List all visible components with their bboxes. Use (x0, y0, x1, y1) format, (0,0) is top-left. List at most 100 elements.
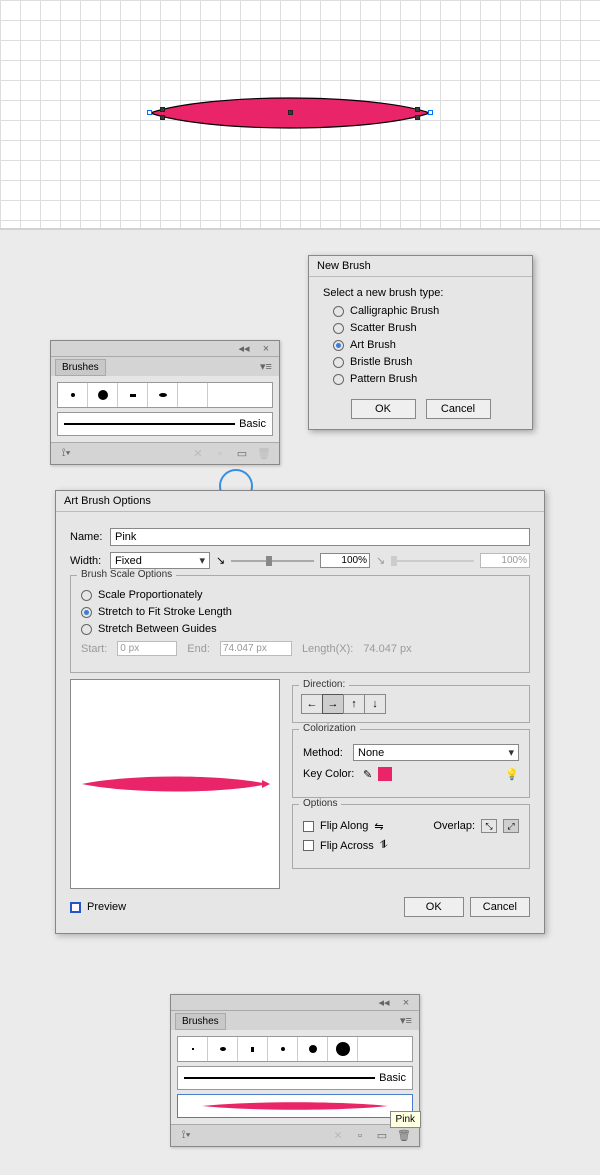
library-menu-icon[interactable]: ⟟▾ (57, 446, 75, 462)
brush-swatch[interactable] (268, 1037, 298, 1061)
collapse-icon[interactable]: ◂◂ (235, 341, 253, 357)
trash-icon[interactable]: 🗑 (395, 1128, 413, 1144)
panel-footer: ⟟▾ ✕ ▫ ▭ 🗑 (51, 442, 279, 464)
flip-along-checkbox[interactable] (303, 821, 314, 832)
trash-icon[interactable]: 🗑 (255, 446, 273, 462)
selected-artwork[interactable] (150, 88, 430, 138)
overlap-option-b[interactable]: ⤢ (503, 819, 519, 833)
dialog-prompt: Select a new brush type: (323, 287, 518, 299)
anchor-east[interactable] (428, 110, 433, 115)
end-label: End: (187, 643, 210, 655)
bezier-handle-w2[interactable] (160, 115, 165, 120)
options-icon[interactable]: ▫ (351, 1128, 369, 1144)
panel-menu-icon[interactable]: ▾≡ (397, 1013, 415, 1029)
center-point[interactable] (288, 110, 293, 115)
brush-swatch[interactable] (328, 1037, 358, 1061)
name-input[interactable] (110, 528, 530, 546)
flip-across-label: Flip Across (320, 840, 374, 852)
brushes-panel[interactable]: ◂◂ × Brushes ▾≡ Basic ⟟▾ ✕ ▫ ▭ 🗑 (50, 340, 280, 465)
panel-header[interactable]: ◂◂ × (51, 341, 279, 357)
dialog-title: New Brush (309, 256, 532, 277)
preview-label: Preview (87, 901, 126, 913)
ok-button[interactable]: OK (404, 897, 464, 917)
overlap-option-a[interactable]: ⤡ (481, 819, 497, 833)
direction-up[interactable]: ↑ (343, 694, 365, 714)
brush-basic[interactable]: Basic (57, 412, 273, 436)
bezier-handle-e2[interactable] (415, 115, 420, 120)
proportional-icon: ↘ (216, 554, 225, 567)
keycolor-swatch[interactable] (378, 767, 392, 781)
new-brush-icon[interactable]: ▭ (373, 1128, 391, 1144)
direction-down[interactable]: ↓ (364, 694, 386, 714)
panel-tab-brushes[interactable]: Brushes (55, 359, 106, 376)
flip-along-label: Flip Along (320, 820, 368, 832)
brush-swatch[interactable] (118, 383, 148, 407)
bezier-handle-e1[interactable] (415, 107, 420, 112)
direction-left[interactable]: ← (301, 694, 323, 714)
flip-across-icon: ⥮ (380, 839, 388, 852)
ok-button[interactable]: OK (351, 399, 416, 419)
dialog-body: Select a new brush type: Calligraphic Br… (309, 277, 532, 429)
method-label: Method: (303, 747, 347, 759)
remove-stroke-icon[interactable]: ✕ (329, 1128, 347, 1144)
collapse-icon[interactable]: ◂◂ (375, 995, 393, 1011)
width-value-a[interactable]: 100% (320, 553, 370, 568)
library-menu-icon[interactable]: ⟟▾ (177, 1128, 195, 1144)
brush-pink[interactable] (177, 1094, 413, 1118)
radio-scatter[interactable]: Scatter Brush (333, 322, 518, 334)
length-label: Length(X): (302, 643, 353, 655)
remove-stroke-icon[interactable]: ✕ (189, 446, 207, 462)
radio-calligraphic[interactable]: Calligraphic Brush (333, 305, 518, 317)
brush-swatch[interactable] (178, 383, 208, 407)
new-brush-icon[interactable]: ▭ (233, 446, 251, 462)
method-select[interactable]: None (353, 744, 519, 761)
direction-group: Direction: ← → ↑ ↓ (292, 685, 530, 723)
brush-swatch[interactable] (298, 1037, 328, 1061)
width-mode-select[interactable]: Fixed (110, 552, 210, 569)
brush-swatch[interactable] (88, 383, 118, 407)
brush-scale-options: Brush Scale Options Scale Proportionatel… (70, 575, 530, 673)
brushes-list: Basic (51, 376, 279, 442)
flip-across-checkbox[interactable] (303, 840, 314, 851)
overlap-label: Overlap: (433, 820, 475, 832)
calligraphic-row (57, 382, 273, 408)
brush-swatch[interactable] (238, 1037, 268, 1061)
options-icon[interactable]: ▫ (211, 446, 229, 462)
new-brush-dialog[interactable]: New Brush Select a new brush type: Calli… (308, 255, 533, 430)
preview-checkbox[interactable] (70, 902, 81, 913)
radio-pattern[interactable]: Pattern Brush (333, 373, 518, 385)
basic-label: Basic (239, 418, 266, 430)
tips-icon[interactable]: 💡 (505, 768, 519, 781)
cancel-button[interactable]: Cancel (470, 897, 530, 917)
panel-header[interactable]: ◂◂ × (171, 995, 419, 1011)
width-slider-b (391, 554, 474, 568)
flip-along-icon: ⇋ (374, 820, 383, 833)
cancel-button[interactable]: Cancel (426, 399, 491, 419)
radio-stretch-guides[interactable]: Stretch Between Guides (81, 623, 519, 635)
brush-swatch[interactable] (148, 383, 178, 407)
brush-swatch[interactable] (208, 1037, 238, 1061)
brushes-panel-result[interactable]: ◂◂ × Brushes ▾≡ Basic ⟟▾ ✕ ▫ ▭ 🗑 Pink (170, 994, 420, 1147)
width-slider-a[interactable] (231, 554, 314, 568)
close-icon[interactable]: × (397, 995, 415, 1011)
anchor-west[interactable] (147, 110, 152, 115)
panel-menu-icon[interactable]: ▾≡ (257, 359, 275, 375)
eyedropper-icon[interactable]: ✎ (363, 768, 372, 781)
panel-tab-brushes[interactable]: Brushes (175, 1013, 226, 1030)
bezier-handle-w1[interactable] (160, 107, 165, 112)
close-icon[interactable]: × (257, 341, 275, 357)
brush-basic[interactable]: Basic (177, 1066, 413, 1090)
radio-bristle[interactable]: Bristle Brush (333, 356, 518, 368)
radio-art[interactable]: Art Brush (333, 339, 518, 351)
brush-swatch[interactable] (178, 1037, 208, 1061)
colorization-group: Colorization Method: None Key Color: ✎ 💡 (292, 729, 530, 798)
radio-stretch-fit[interactable]: Stretch to Fit Stroke Length (81, 606, 519, 618)
width-value-b: 100% (480, 553, 530, 568)
art-brush-options-dialog[interactable]: Art Brush Options Name: Width: Fixed ↘ 1… (55, 490, 545, 934)
width-label: Width: (70, 555, 104, 567)
canvas-grid[interactable] (0, 0, 600, 230)
brush-swatch[interactable] (58, 383, 88, 407)
radio-scale-proportionately[interactable]: Scale Proportionately (81, 589, 519, 601)
name-label: Name: (70, 531, 104, 543)
direction-right[interactable]: → (322, 694, 344, 714)
